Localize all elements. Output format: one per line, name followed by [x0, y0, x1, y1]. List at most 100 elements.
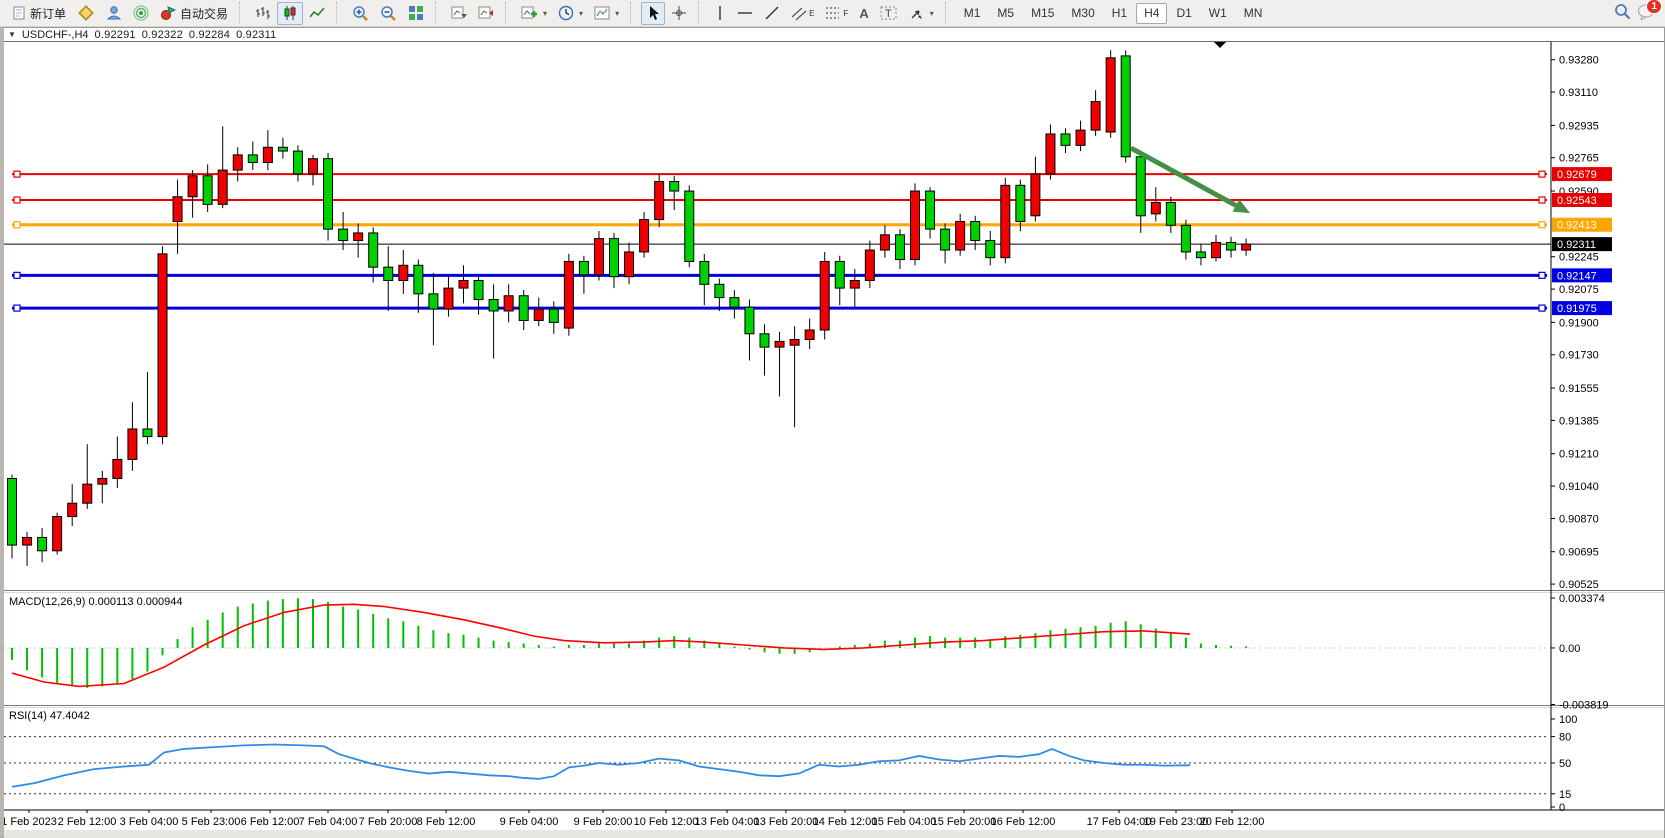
vertical-line-tool-button[interactable] — [709, 2, 731, 25]
candle[interactable] — [549, 309, 558, 322]
market-watch-button[interactable] — [72, 2, 100, 25]
candle[interactable] — [324, 159, 333, 229]
candle[interactable] — [414, 265, 423, 294]
candle[interactable] — [203, 176, 212, 205]
indicators-button[interactable]: ▾ — [516, 2, 552, 25]
candle[interactable] — [760, 334, 769, 347]
chart-shift-button[interactable] — [473, 2, 499, 25]
candle[interactable] — [1106, 58, 1115, 132]
candle[interactable] — [158, 254, 167, 437]
line-chart-mode-button[interactable] — [304, 2, 330, 25]
candle[interactable] — [113, 459, 122, 478]
candlestick-mode-button[interactable] — [277, 2, 303, 25]
candle[interactable] — [564, 261, 573, 328]
candle[interactable] — [83, 484, 92, 503]
candle[interactable] — [971, 221, 980, 240]
candle[interactable] — [715, 284, 724, 297]
line-anchor-handle[interactable] — [14, 305, 20, 311]
candle[interactable] — [143, 429, 152, 437]
candle[interactable] — [1046, 134, 1055, 174]
text-tool-button[interactable]: A — [854, 2, 873, 25]
candle[interactable] — [805, 330, 814, 340]
periods-button[interactable]: ▾ — [553, 2, 588, 25]
candle[interactable] — [489, 300, 498, 311]
search-button[interactable] — [1614, 3, 1631, 23]
candle[interactable] — [459, 281, 468, 289]
tile-windows-button[interactable] — [403, 2, 429, 25]
new-order-button[interactable]: 新订单 — [7, 2, 71, 25]
candle[interactable] — [293, 151, 302, 174]
line-anchor-handle[interactable] — [1539, 197, 1545, 203]
zoom-out-button[interactable] — [375, 2, 402, 25]
candle[interactable] — [444, 288, 453, 309]
timeframe-m15-button[interactable]: M15 — [1023, 3, 1062, 24]
candle[interactable] — [384, 267, 393, 280]
candle[interactable] — [173, 197, 182, 222]
cursor-tool-button[interactable] — [641, 2, 665, 25]
candle[interactable] — [640, 220, 649, 252]
candle[interactable] — [850, 281, 859, 289]
fibonacci-tool-button[interactable]: F — [820, 2, 853, 25]
candle[interactable] — [1196, 252, 1205, 258]
line-anchor-handle[interactable] — [14, 222, 20, 228]
candle[interactable] — [835, 261, 844, 288]
candle[interactable] — [911, 191, 920, 260]
candle[interactable] — [986, 241, 995, 258]
candle[interactable] — [1151, 202, 1160, 213]
line-anchor-handle[interactable] — [1539, 171, 1545, 177]
candle[interactable] — [23, 537, 32, 545]
candle[interactable] — [670, 182, 679, 192]
collapse-chart-arrow-icon[interactable]: ▼ — [8, 30, 16, 39]
line-anchor-handle[interactable] — [1539, 305, 1545, 311]
auto-trading-button[interactable]: 自动交易 — [155, 2, 233, 25]
candle[interactable] — [429, 294, 438, 309]
candle[interactable] — [1016, 185, 1025, 221]
candle[interactable] — [263, 147, 272, 162]
arrows-tool-button[interactable]: ▾ — [904, 2, 939, 25]
candle[interactable] — [248, 155, 257, 163]
trendline-tool-button[interactable] — [759, 2, 785, 25]
line-anchor-handle[interactable] — [14, 197, 20, 203]
candle[interactable] — [1121, 56, 1130, 157]
line-anchor-handle[interactable] — [14, 272, 20, 278]
candle[interactable] — [625, 252, 634, 277]
signals-button[interactable] — [128, 2, 154, 25]
candle[interactable] — [504, 296, 513, 311]
candle[interactable] — [128, 429, 137, 459]
bar-chart-mode-button[interactable] — [250, 2, 276, 25]
timeframe-h4-button[interactable]: H4 — [1136, 3, 1167, 24]
candle[interactable] — [534, 309, 543, 320]
candle[interactable] — [188, 176, 197, 197]
candle[interactable] — [775, 341, 784, 347]
candle[interactable] — [399, 265, 408, 280]
candle[interactable] — [1181, 225, 1190, 252]
timeframe-h1-button[interactable]: H1 — [1104, 3, 1135, 24]
candle[interactable] — [278, 147, 287, 151]
candle[interactable] — [594, 239, 603, 275]
candle[interactable] — [1136, 157, 1145, 216]
candle[interactable] — [685, 191, 694, 261]
text-label-tool-button[interactable]: T — [875, 2, 903, 25]
candle[interactable] — [956, 221, 965, 250]
chat-button[interactable]: 1 — [1637, 4, 1655, 23]
candle[interactable] — [1031, 174, 1040, 216]
candle[interactable] — [926, 191, 935, 229]
horizontal-line-tool-button[interactable] — [732, 2, 758, 25]
candle[interactable] — [1212, 242, 1221, 257]
candle[interactable] — [233, 155, 242, 170]
candle[interactable] — [745, 307, 754, 334]
candle[interactable] — [579, 261, 588, 274]
candle[interactable] — [1242, 244, 1251, 250]
line-anchor-handle[interactable] — [14, 171, 20, 177]
candle[interactable] — [354, 233, 363, 241]
candle[interactable] — [820, 261, 829, 330]
candle[interactable] — [895, 235, 904, 260]
candle[interactable] — [700, 261, 709, 284]
candle[interactable] — [474, 281, 483, 300]
channel-tool-button[interactable]: E — [786, 2, 819, 25]
candle[interactable] — [1227, 242, 1236, 250]
candle[interactable] — [339, 229, 348, 240]
candle[interactable] — [1166, 202, 1175, 225]
timeframe-mn-button[interactable]: MN — [1236, 3, 1271, 24]
crosshair-tool-button[interactable] — [666, 2, 692, 25]
